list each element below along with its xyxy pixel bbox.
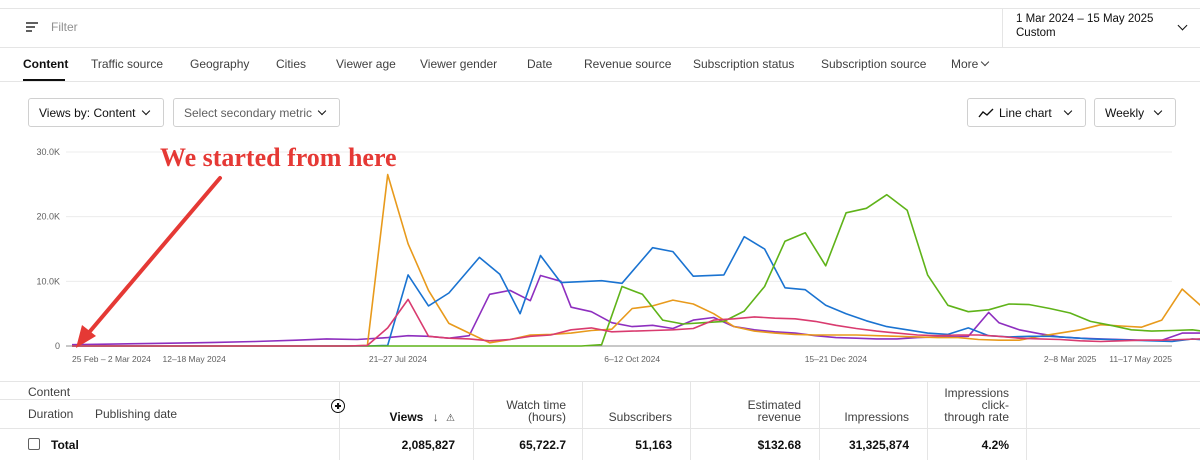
views-by-dropdown[interactable]: Views by: Content [28,98,164,127]
tab-more-label: More [951,57,979,71]
watch-time-column-header[interactable]: Watch time (hours) [506,399,566,423]
tab-date[interactable]: Date [527,57,552,71]
table-divider [582,382,583,460]
x-tick-label: 6–12 Oct 2024 [604,354,660,364]
chevron-down-icon [141,106,151,116]
table-divider [927,382,928,460]
table-divider [690,382,691,460]
x-tick-label: 21–27 Jul 2024 [369,354,427,364]
filter-icon[interactable] [26,22,38,32]
views-column-header[interactable]: Views ↓ ⚠ [390,410,455,424]
table-divider [819,382,820,460]
series-line-purple[interactable] [71,274,1200,346]
views-line-chart: 0 10.0K 20.0K 30.0K 25 Feb – 2 Mar 2024 12–1… [36,143,1200,364]
date-range-picker[interactable]: 1 Mar 2024 – 15 May 2025 Custom [1002,9,1200,47]
tab-cities[interactable]: Cities [276,57,306,71]
annotation-arrow [84,176,222,338]
total-revenue: $132.68 [757,438,801,452]
chart-type-label: Line chart [999,106,1052,120]
tab-subscription-status[interactable]: Subscription status [693,57,794,71]
chevron-down-icon [981,57,990,67]
chevron-down-icon [1063,106,1073,116]
table-divider [473,382,474,460]
chevron-down-icon [317,106,327,116]
series-line-green[interactable] [72,193,1200,347]
tab-content[interactable]: Content [23,57,68,71]
total-views: 2,085,827 [401,438,455,452]
subscribers-column-header[interactable]: Subscribers [609,410,672,424]
interval-label: Weekly [1105,106,1145,120]
total-impressions: 31,325,874 [848,438,909,452]
x-tick-label: 11–17 May 2025 [1109,354,1172,364]
tab-viewer-age[interactable]: Viewer age [336,57,396,71]
total-subscribers: 51,163 [635,438,672,452]
tab-subscription-source[interactable]: Subscription source [821,57,926,71]
analytics-page: Filter 1 Mar 2024 – 15 May 2025 Custom C… [0,0,1200,460]
secondary-metric-dropdown[interactable]: Select secondary metric [173,98,340,127]
tab-viewer-gender[interactable]: Viewer gender [420,57,497,71]
x-tick-label: 2–8 Mar 2025 [1044,354,1097,364]
views-column-label: Views [389,410,424,424]
table-divider [0,428,1200,429]
filter-bar: Filter 1 Mar 2024 – 15 May 2025 Custom [0,8,1200,48]
total-watch-time: 65,722.7 [519,438,566,452]
secondary-metric-label: Select secondary metric [184,106,313,120]
x-tick-label: 25 Feb – 2 Mar 2024 [72,354,151,364]
ctr-column-header[interactable]: Impressions click- through rate [944,387,1009,423]
y-tick-label: 0 [55,341,60,351]
revenue-label-line2: revenue [757,410,801,424]
table-divider [1026,382,1027,460]
series-line-orange[interactable] [72,173,1200,347]
line-chart-icon [978,108,994,118]
active-tab-indicator [23,79,65,81]
content-group-header: Content [28,385,71,399]
sort-down-icon: ↓ [432,410,439,424]
total-row-label: Total [51,438,79,452]
ctr-label-line3: through rate [944,410,1009,424]
estimated-revenue-column-header[interactable]: Estimated revenue [748,399,801,423]
dimension-tabs: Content Traffic source Geography Cities … [0,48,1200,82]
y-tick-label: 30.0K [36,147,60,157]
tab-traffic-source[interactable]: Traffic source [91,57,163,71]
date-range-value: 1 Mar 2024 – 15 May 2025 [1016,13,1154,25]
tab-revenue-source[interactable]: Revenue source [584,57,671,71]
publishing-date-column-header[interactable]: Publishing date [95,407,177,421]
y-tick-label: 20.0K [36,212,60,222]
tab-more[interactable]: More [951,57,990,71]
warning-icon: ⚠ [446,413,455,424]
y-tick-label: 10.0K [36,276,60,286]
table-divider [0,399,339,400]
total-row-checkbox[interactable] [28,438,40,450]
duration-column-header[interactable]: Duration [28,407,73,421]
date-range-mode: Custom [1016,27,1056,39]
chart-type-dropdown[interactable]: Line chart [967,98,1086,127]
chart-annotation: We started from here [160,143,397,172]
views-by-label: Views by: Content [39,106,136,120]
watch-time-label-line2: (hours) [527,410,566,424]
tab-geography[interactable]: Geography [190,57,249,71]
impressions-column-header[interactable]: Impressions [844,410,909,424]
totals-table: Content Duration Publishing date Views ↓… [0,381,1200,460]
interval-dropdown[interactable]: Weekly [1094,98,1176,127]
series-line-pink[interactable] [72,298,1200,347]
add-column-icon[interactable] [331,399,345,413]
x-tick-label: 15–21 Dec 2024 [805,354,868,364]
chevron-down-icon [1153,106,1163,116]
chevron-down-icon [1177,20,1188,31]
table-divider [339,382,340,460]
filter-input[interactable]: Filter [51,20,78,34]
x-tick-label: 12–18 May 2024 [163,354,227,364]
total-ctr: 4.2% [981,438,1009,452]
